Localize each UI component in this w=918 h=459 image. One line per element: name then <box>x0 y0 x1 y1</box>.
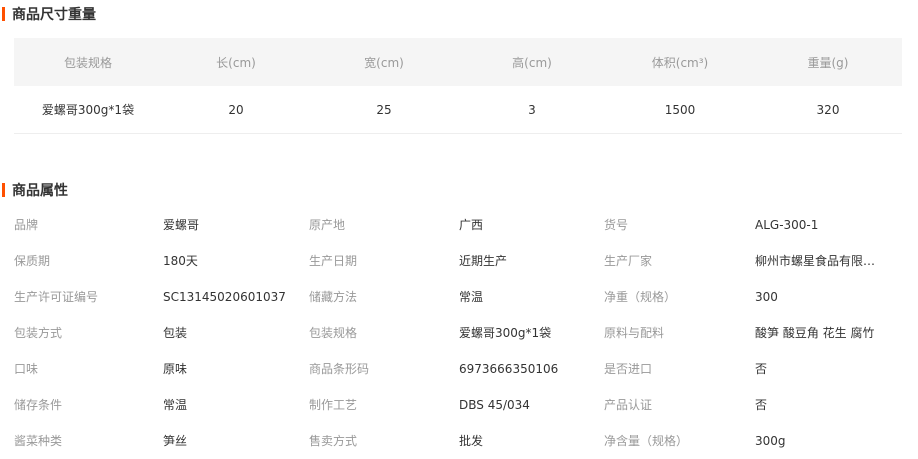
attribute-row: 包装方式 包装 包装规格 爱螺哥300g*1袋 原料与配料 酸笋 酸豆角 花生 腐竹 <box>0 315 918 351</box>
column-header-volume: 体积(cm³) <box>606 38 754 86</box>
attributes-grid: 品牌 爱螺哥 原产地 广西 货号 ALG-300-1 保质期 180天 生产日期 近期生产 生产厂家… <box>0 207 918 459</box>
attribute-value: DBS 45/034 <box>459 398 530 412</box>
attribute-value: 爱螺哥300g*1袋 <box>459 326 552 340</box>
cell-length: 20 <box>162 86 310 134</box>
attribute-label: 售卖方式 <box>309 434 358 448</box>
attribute-label: 原料与配料 <box>604 326 665 340</box>
column-header-length: 长(cm) <box>162 38 310 86</box>
attribute-label: 产品认证 <box>604 398 653 412</box>
attribute-label: 酱菜种类 <box>14 434 63 448</box>
cell-volume: 1500 <box>606 86 754 134</box>
attribute-value: 柳州市螺星食品有限公司 <box>755 254 877 268</box>
attribute-label: 储存条件 <box>14 398 63 412</box>
attribute-label: 生产厂家 <box>604 254 653 268</box>
attribute-value: 180天 <box>163 254 198 268</box>
cell-width: 25 <box>310 86 458 134</box>
attribute-label: 净含量（规格） <box>604 434 689 448</box>
attribute-value: 否 <box>755 362 768 376</box>
attribute-value: 常温 <box>459 290 484 304</box>
attribute-label: 商品条形码 <box>309 362 370 376</box>
attribute-value: 原味 <box>163 362 188 376</box>
accent-bar <box>2 7 5 21</box>
cell-spec: 爱螺哥300g*1袋 <box>14 86 162 134</box>
column-header-width: 宽(cm) <box>310 38 458 86</box>
cell-weight: 320 <box>754 86 902 134</box>
attribute-value: 否 <box>755 398 768 412</box>
attribute-row: 酱菜种类 笋丝 售卖方式 批发 净含量（规格） 300g <box>0 423 918 459</box>
attribute-value: 爱螺哥 <box>163 218 200 232</box>
attribute-value: 批发 <box>459 434 484 448</box>
attribute-label: 净重（规格） <box>604 290 677 304</box>
table-row: 爱螺哥300g*1袋 20 25 3 1500 320 <box>14 86 902 134</box>
attribute-label: 生产日期 <box>309 254 358 268</box>
accent-bar <box>2 183 5 197</box>
size-weight-section-title: 商品尺寸重量 <box>2 4 96 24</box>
attribute-label: 包装方式 <box>14 326 63 340</box>
attribute-row: 保质期 180天 生产日期 近期生产 生产厂家 柳州市螺星食品有限公司 <box>0 243 918 279</box>
attribute-label: 制作工艺 <box>309 398 358 412</box>
attribute-row: 储存条件 常温 制作工艺 DBS 45/034 产品认证 否 <box>0 387 918 423</box>
column-header-height: 高(cm) <box>458 38 606 86</box>
attribute-value: 广西 <box>459 218 484 232</box>
attribute-row: 口味 原味 商品条形码 6973666350106 是否进口 否 <box>0 351 918 387</box>
table-header-row: 包装规格 长(cm) 宽(cm) 高(cm) 体积(cm³) 重量(g) <box>14 38 902 86</box>
size-weight-table: 包装规格 长(cm) 宽(cm) 高(cm) 体积(cm³) 重量(g) 爱螺哥… <box>14 38 902 134</box>
attribute-row: 品牌 爱螺哥 原产地 广西 货号 ALG-300-1 <box>0 207 918 243</box>
attributes-section-title: 商品属性 <box>2 180 68 200</box>
attribute-value: ALG-300-1 <box>755 218 819 232</box>
attribute-label: 是否进口 <box>604 362 653 376</box>
section-title-text: 商品属性 <box>12 183 68 199</box>
attribute-label: 保质期 <box>14 254 51 268</box>
attribute-value: 常温 <box>163 398 188 412</box>
column-header-spec: 包装规格 <box>14 38 162 86</box>
column-header-weight: 重量(g) <box>754 38 902 86</box>
attribute-value: 300 <box>755 290 778 304</box>
attribute-value: 6973666350106 <box>459 362 559 376</box>
attribute-value: 300g <box>755 434 786 448</box>
attribute-label: 货号 <box>604 218 629 232</box>
attribute-label: 原产地 <box>309 218 346 232</box>
attribute-label: 包装规格 <box>309 326 358 340</box>
attribute-label: 生产许可证编号 <box>14 290 99 304</box>
attribute-value: 包装 <box>163 326 188 340</box>
cell-height: 3 <box>458 86 606 134</box>
attribute-label: 品牌 <box>14 218 39 232</box>
attribute-value: SC13145020601037 <box>163 290 286 304</box>
attribute-value: 笋丝 <box>163 434 188 448</box>
attribute-value: 近期生产 <box>459 254 508 268</box>
attribute-label: 口味 <box>14 362 39 376</box>
attribute-row: 生产许可证编号 SC13145020601037 储藏方法 常温 净重（规格） 300 <box>0 279 918 315</box>
attribute-value: 酸笋 酸豆角 花生 腐竹 <box>755 326 875 340</box>
attribute-label: 储藏方法 <box>309 290 358 304</box>
section-title-text: 商品尺寸重量 <box>12 7 96 23</box>
